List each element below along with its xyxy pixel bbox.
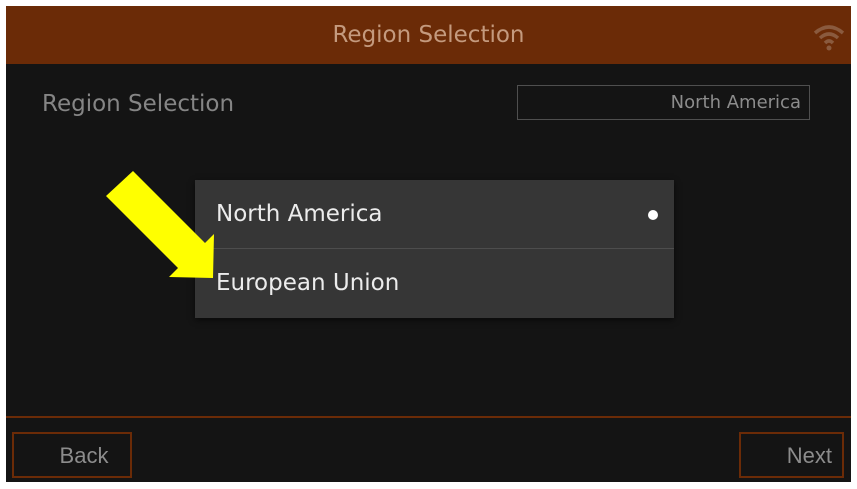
next-button[interactable]: Next bbox=[739, 432, 844, 478]
option-label: North America bbox=[216, 201, 383, 227]
region-dropdown-menu: North America European Union bbox=[195, 180, 674, 318]
device-screen: Region Selection Region Selection North … bbox=[6, 6, 851, 482]
selected-indicator-icon bbox=[648, 210, 658, 220]
title-bar: Region Selection bbox=[6, 6, 851, 64]
footer-bar: Back Next bbox=[6, 416, 851, 482]
region-select-field[interactable]: North America bbox=[517, 85, 810, 120]
wifi-icon bbox=[813, 25, 845, 51]
page-title: Region Selection bbox=[332, 22, 525, 48]
option-european-union[interactable]: European Union bbox=[195, 249, 674, 318]
option-north-america[interactable]: North America bbox=[195, 180, 674, 249]
option-label: European Union bbox=[216, 270, 400, 296]
back-button[interactable]: Back bbox=[12, 432, 132, 478]
setting-label: Region Selection bbox=[42, 91, 235, 117]
